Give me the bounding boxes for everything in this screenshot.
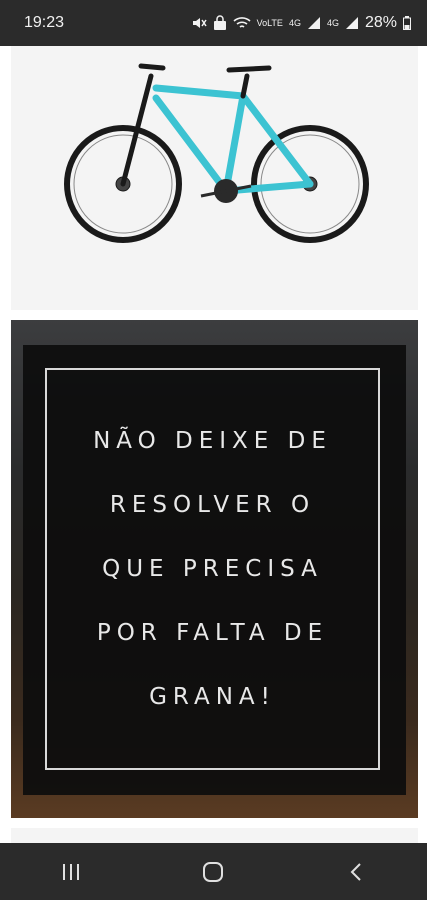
promo-line: RESOLVER O (109, 492, 316, 518)
mute-icon (192, 18, 207, 28)
home-icon (203, 861, 224, 882)
network-label-1: 4G (288, 17, 301, 28)
promo-line: POR FALTA DE (96, 620, 329, 646)
back-icon (350, 862, 361, 881)
home-button[interactable] (183, 852, 243, 892)
promo-line: NÃO DEIXE DE (93, 428, 332, 454)
bicycle-icon (64, 63, 369, 243)
vpn-icon (213, 15, 226, 30)
battery-icon (403, 16, 411, 30)
signal-icon (307, 17, 320, 29)
promo-frame: NÃO DEIXE DE RESOLVER O QUE PRECISA POR … (45, 368, 380, 770)
wifi-icon (233, 17, 251, 28)
status-time: 19:23 (24, 14, 65, 31)
back-button[interactable] (326, 852, 386, 892)
network-label-2: 4G (326, 17, 339, 28)
promo-banner[interactable]: NÃO DEIXE DE RESOLVER O QUE PRECISA POR … (11, 320, 418, 818)
next-card[interactable] (11, 828, 418, 843)
page-content[interactable]: NÃO DEIXE DE RESOLVER O QUE PRECISA POR … (0, 46, 427, 843)
battery-percent: 28% (364, 14, 397, 31)
promo-text: NÃO DEIXE DE RESOLVER O QUE PRECISA POR … (63, 409, 363, 729)
navigation-bar (0, 843, 427, 900)
promo-line: QUE PRECISA (102, 556, 323, 582)
product-card[interactable] (11, 46, 418, 310)
promo-line: GRANA! (149, 684, 276, 710)
recent-apps-button[interactable] (41, 852, 101, 892)
signal-icon (345, 17, 358, 29)
status-bar: 19:23 VoLTE 4G 4G 28% (0, 0, 427, 46)
recent-apps-icon (63, 863, 80, 880)
status-indicators: VoLTE 4G 4G 28% (191, 14, 411, 32)
volte-label: VoLTE (256, 17, 283, 28)
